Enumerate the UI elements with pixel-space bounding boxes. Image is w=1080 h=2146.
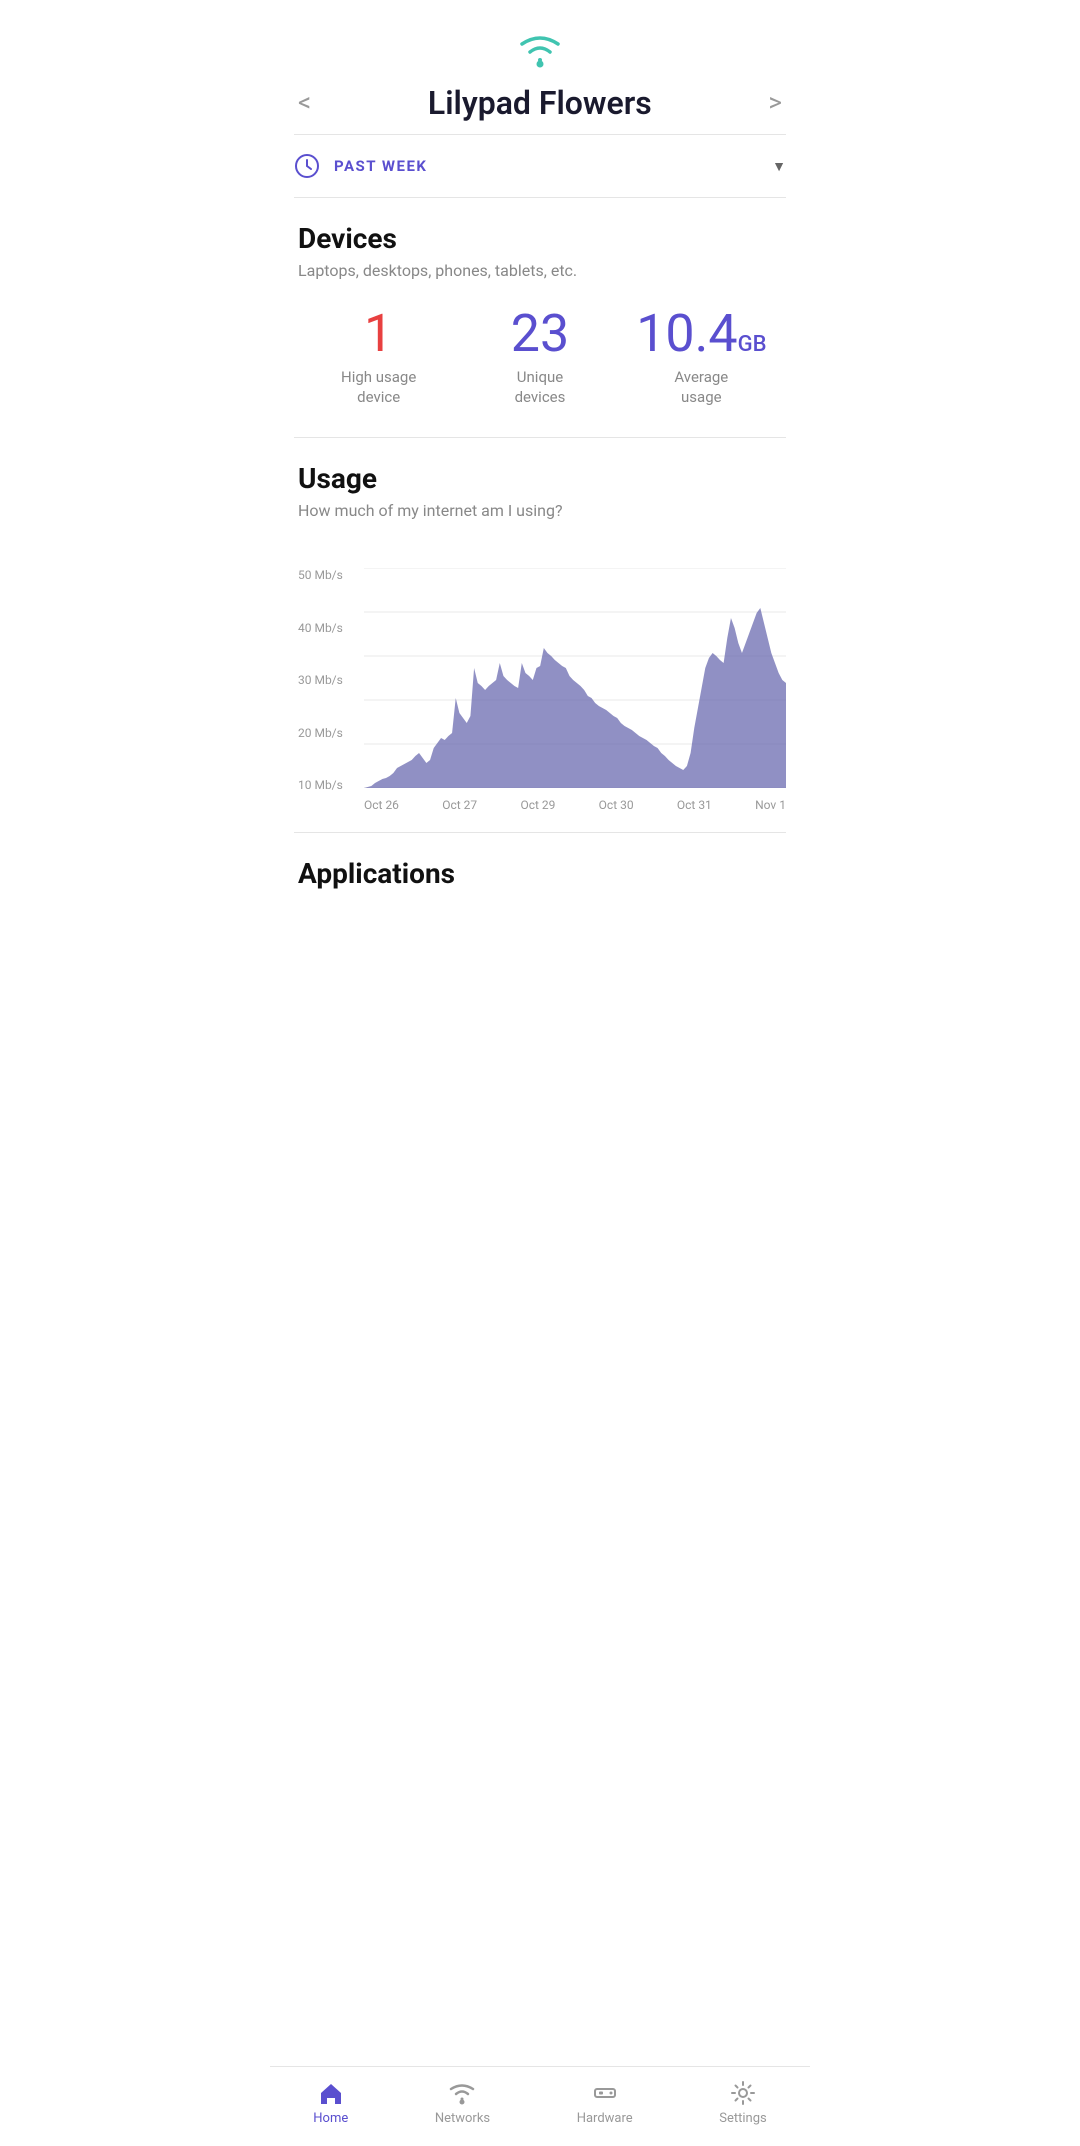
prev-network-button[interactable]: < — [298, 88, 311, 118]
x-label-oct27: Oct 27 — [442, 798, 477, 812]
average-usage-value: 10.4GB — [636, 308, 766, 360]
applications-section: Applications — [270, 833, 810, 996]
title-row: < Lilypad Flowers > — [270, 84, 810, 134]
nav-networks-label: Networks — [435, 2111, 490, 2126]
next-network-button[interactable]: > — [768, 88, 782, 118]
usage-subtitle: How much of my internet am I using? — [298, 501, 782, 520]
y-label-50: 50 Mb/s — [298, 568, 343, 582]
x-label-oct29: Oct 29 — [520, 798, 555, 812]
wifi-logo-icon — [512, 28, 568, 68]
applications-title: Applications — [298, 857, 782, 890]
bottom-nav: Home Networks Hardware Settings — [270, 2066, 810, 2146]
devices-section: Devices Laptops, desktops, phones, table… — [270, 198, 810, 437]
high-usage-label: High usagedevice — [341, 368, 416, 407]
nav-settings-label: Settings — [719, 2111, 766, 2126]
x-label-oct31: Oct 31 — [677, 798, 712, 812]
nav-item-home[interactable]: Home — [313, 2079, 348, 2126]
average-usage-stat: 10.4GB Averageusage — [621, 308, 782, 407]
clock-icon — [294, 153, 320, 179]
usage-title: Usage — [298, 462, 782, 495]
wifi-header — [270, 0, 810, 84]
unique-devices-stat: 23 Uniquedevices — [459, 308, 620, 407]
x-label-oct30: Oct 30 — [599, 798, 634, 812]
x-label-oct26: Oct 26 — [364, 798, 399, 812]
usage-chart-container: 50 Mb/s 40 Mb/s 30 Mb/s 20 Mb/s 10 Mb/s … — [270, 568, 810, 832]
y-label-10: 10 Mb/s — [298, 778, 343, 792]
y-label-20: 20 Mb/s — [298, 726, 343, 740]
high-usage-stat: 1 High usagedevice — [298, 308, 459, 407]
chart-x-labels: Oct 26 Oct 27 Oct 29 Oct 30 Oct 31 Nov 1 — [364, 798, 786, 812]
settings-icon — [729, 2079, 757, 2107]
network-title: Lilypad Flowers — [428, 84, 652, 122]
high-usage-value: 1 — [364, 308, 393, 360]
devices-subtitle: Laptops, desktops, phones, tablets, etc. — [298, 261, 782, 280]
devices-stats-row: 1 High usagedevice 23 Uniquedevices 10.4… — [298, 308, 782, 407]
unique-devices-label: Uniquedevices — [515, 368, 566, 407]
networks-icon — [448, 2079, 476, 2107]
nav-item-settings[interactable]: Settings — [719, 2079, 766, 2126]
unique-devices-value: 23 — [511, 308, 569, 360]
hardware-icon — [591, 2079, 619, 2107]
period-chevron-icon: ▼ — [772, 158, 786, 175]
usage-section: Usage How much of my internet am I using… — [270, 438, 810, 568]
devices-title: Devices — [298, 222, 782, 255]
nav-item-networks[interactable]: Networks — [435, 2079, 490, 2126]
chart-inner — [364, 568, 786, 792]
nav-item-hardware[interactable]: Hardware — [577, 2079, 633, 2126]
nav-hardware-label: Hardware — [577, 2111, 633, 2126]
period-selector[interactable]: PAST WEEK ▼ — [270, 135, 810, 197]
nav-home-label: Home — [313, 2111, 348, 2126]
x-label-nov1: Nov 1 — [755, 798, 786, 812]
chart-y-labels: 50 Mb/s 40 Mb/s 30 Mb/s 20 Mb/s 10 Mb/s — [298, 568, 343, 792]
usage-chart-svg — [364, 568, 786, 788]
home-icon — [317, 2079, 345, 2107]
y-label-30: 30 Mb/s — [298, 673, 343, 687]
average-usage-label: Averageusage — [674, 368, 728, 407]
period-label: PAST WEEK — [334, 157, 772, 175]
y-label-40: 40 Mb/s — [298, 621, 343, 635]
